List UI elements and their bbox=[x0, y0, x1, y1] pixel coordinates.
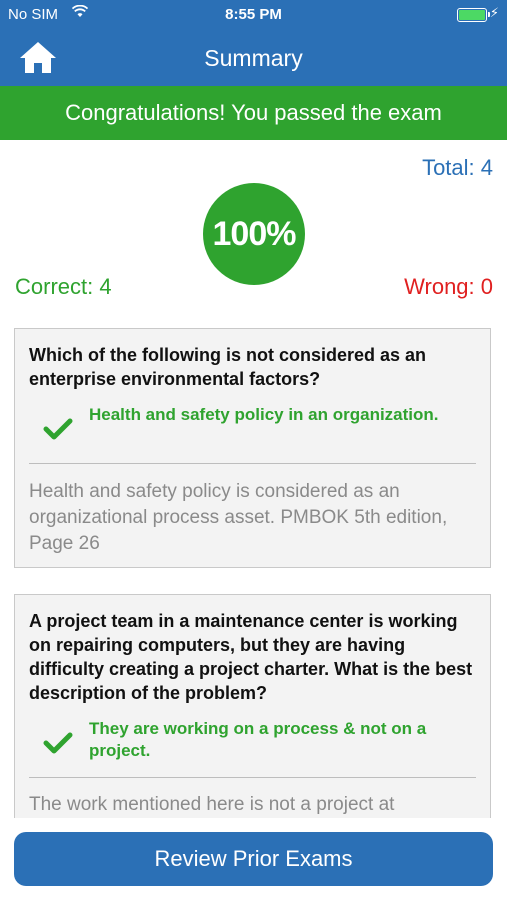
explanation-text: The work mentioned here is not a project… bbox=[29, 794, 395, 815]
status-bar: No SIM 8:55 PM ⚡ bbox=[0, 0, 507, 30]
question-text: Which of the following is not considered… bbox=[29, 345, 427, 389]
answer-text: Health and safety policy in an organizat… bbox=[89, 405, 439, 424]
answer-text: They are working on a process & not on a… bbox=[89, 719, 427, 760]
total-count: Total: 4 bbox=[422, 155, 493, 180]
score-circle: 100% bbox=[203, 183, 305, 285]
result-banner: Congratulations! You passed the exam bbox=[0, 86, 507, 140]
question-card[interactable]: Which of the following is not considered… bbox=[14, 328, 491, 568]
correct-count: Correct: 4 bbox=[15, 274, 112, 299]
question-text: A project team in a maintenance center i… bbox=[29, 611, 473, 703]
review-prior-exams-button[interactable]: Review Prior Exams bbox=[14, 832, 493, 886]
clock: 8:55 PM bbox=[225, 6, 282, 23]
page-title: Summary bbox=[204, 45, 303, 71]
wrong-count: Wrong: 0 bbox=[404, 274, 493, 299]
nav-bar: Summary bbox=[0, 30, 507, 86]
checkmark-icon bbox=[43, 731, 73, 755]
explanation-text: Health and safety policy is considered a… bbox=[29, 481, 448, 554]
divider bbox=[29, 777, 476, 778]
checkmark-icon bbox=[43, 417, 73, 441]
battery-icon bbox=[457, 8, 490, 22]
charging-icon: ⚡ bbox=[489, 5, 499, 20]
divider bbox=[29, 463, 476, 464]
